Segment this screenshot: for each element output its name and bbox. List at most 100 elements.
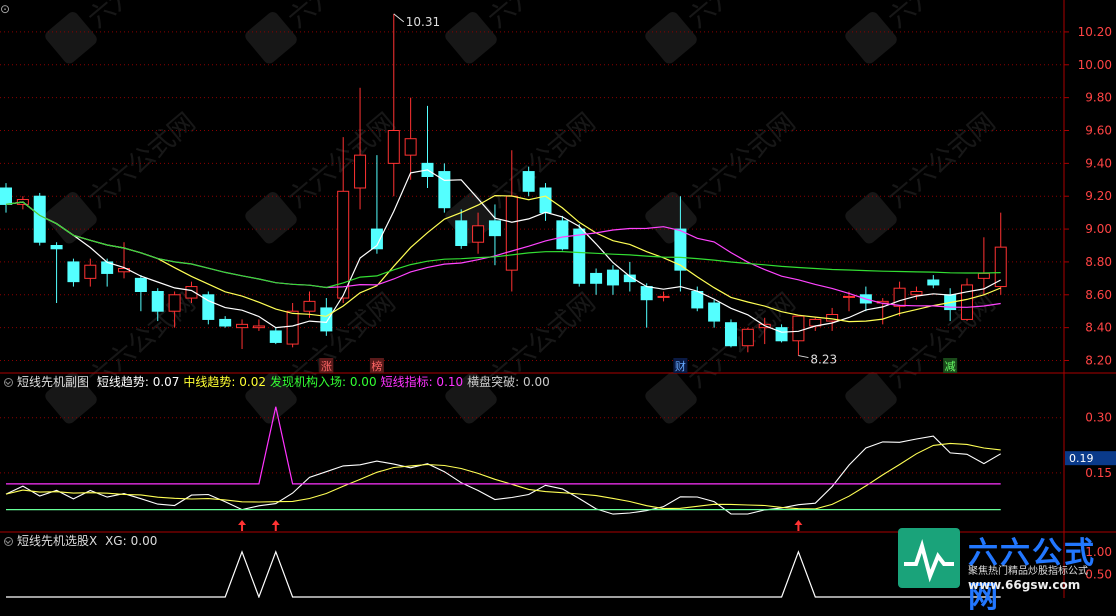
watermark-tile: 六六公式网 (445, 288, 601, 424)
y-tick-label: 8.60 (1085, 288, 1112, 302)
candle (236, 319, 249, 349)
candle-body (151, 291, 164, 312)
indicator-chart (5, 406, 1001, 531)
candle (219, 316, 232, 328)
candle-body (927, 279, 940, 286)
candle (134, 275, 147, 312)
y-tick-label: 10.20 (1078, 25, 1112, 39)
candle (0, 183, 12, 213)
candle (404, 97, 417, 180)
xg-value: 0.00 (130, 534, 158, 548)
event-marker[interactable]: 财 (673, 358, 688, 373)
y-axes: 10.20 10.00 9.80 9.60 9.40 9.20 9.00 8.80 8.60 8.… (1064, 25, 1116, 581)
candle-body (320, 307, 333, 332)
watermark-tile: 六六公式网 (845, 108, 1001, 244)
collapse-icon[interactable] (4, 537, 13, 546)
indicator-item-2: 发现机构入场: 0.00 (270, 375, 377, 389)
candle (640, 283, 653, 328)
event-marker-text: 减 (945, 360, 956, 373)
event-marker-text: 榜 (371, 359, 382, 373)
candle (387, 13, 400, 197)
candle-body (792, 315, 805, 342)
y-tick-label: 9.00 (1085, 222, 1112, 236)
candle-body (168, 294, 181, 312)
candle (421, 105, 434, 188)
candle-body (50, 245, 63, 250)
candle (67, 258, 80, 287)
candle (977, 237, 990, 295)
candle-body (236, 323, 249, 329)
candle (539, 183, 552, 221)
watermark-layer: 六六公式网 六六公式网 六六公式网 六六公式网 六六公式网六六公式网 六六公式网 六六公式网… (45, 0, 1001, 424)
breakout-arrow (238, 520, 247, 531)
candle-body (910, 291, 923, 296)
watermark-text: 六六公式网 (83, 108, 202, 215)
candle-body (657, 295, 670, 298)
candle-body (775, 327, 788, 342)
candle (657, 291, 670, 302)
watermark-tile: 六六公式网 (845, 288, 1001, 424)
candle-body (691, 291, 704, 309)
candle-body (219, 318, 232, 327)
current-value-label: 0.19 (1069, 452, 1094, 465)
candle (724, 319, 737, 348)
logo-slogan: 聚焦热门精品炒股指标公式 (968, 566, 1088, 577)
watermark-text: 六六公式网 (683, 108, 802, 215)
annotation-pointer (798, 355, 809, 359)
event-marker[interactable]: 榜 (369, 358, 384, 373)
candle-body (539, 187, 552, 214)
breakout-arrow (271, 520, 280, 531)
candle-body (961, 284, 974, 320)
indicator-item-3: 短线指标: 0.10 (380, 375, 464, 389)
y-tick-label: 0.15 (1085, 466, 1112, 480)
candle-body (67, 261, 80, 283)
candle-body (269, 330, 282, 343)
top-title-fragment: ⊙ (0, 2, 11, 16)
logo-url: www.66gsw.com (968, 578, 1081, 592)
candle (708, 299, 721, 328)
collapse-icon[interactable] (4, 378, 13, 387)
xg-title: 短线先机选股X (17, 534, 98, 548)
indicator-header: 短线先机副图 短线趋势: 0.07 中线趋势: 0.02 发现机构入场: 0.00 短… (0, 373, 1064, 391)
annotation-label: 8.23 (810, 353, 837, 367)
candle (809, 317, 822, 331)
candle (893, 281, 906, 317)
short-trend-line (5, 435, 1001, 515)
candle (556, 215, 569, 251)
y-tick-label: 9.60 (1085, 124, 1112, 138)
candle (269, 327, 282, 345)
candle (252, 319, 265, 331)
candle-body (472, 225, 485, 243)
event-marker[interactable]: 减 (943, 358, 958, 373)
site-logo: 六六公式网 聚焦热门精品炒股指标公式 www.66gsw.com (896, 526, 1116, 615)
candle-body (843, 295, 855, 298)
candle-body (455, 220, 468, 247)
mid-trend-line (5, 442, 1001, 510)
candle (590, 268, 603, 295)
y-tick-label: 0.30 (1085, 411, 1112, 425)
watermark-tile: 六六公式网 (245, 288, 401, 424)
logo-icon (898, 528, 960, 588)
short-indicator-line (6, 406, 1001, 485)
candle-body (708, 302, 721, 322)
xg-chart (6, 550, 1001, 598)
event-marker-text: 涨 (321, 360, 332, 373)
candle (33, 192, 46, 246)
candle-body (741, 328, 754, 347)
candle-body (977, 272, 990, 279)
watermark-tile: 六六公式网 (45, 108, 202, 244)
event-marker[interactable]: 涨 (319, 358, 334, 373)
candle-body (505, 195, 518, 271)
indicator-item-0: 短线趋势: 0.07 (96, 375, 180, 389)
y-tick-label: 8.40 (1085, 321, 1112, 335)
candle (202, 291, 215, 325)
watermark-tile: 六六公式网 (645, 108, 802, 244)
candle-body (573, 228, 586, 284)
indicator-item-1: 中线趋势: 0.02 (183, 375, 266, 389)
candle-body (640, 286, 653, 301)
candle-body (606, 269, 619, 286)
y-tick-label: 9.20 (1085, 189, 1112, 203)
candle (84, 258, 97, 287)
y-tick-label: 9.80 (1085, 91, 1112, 105)
candle-body (438, 171, 451, 209)
